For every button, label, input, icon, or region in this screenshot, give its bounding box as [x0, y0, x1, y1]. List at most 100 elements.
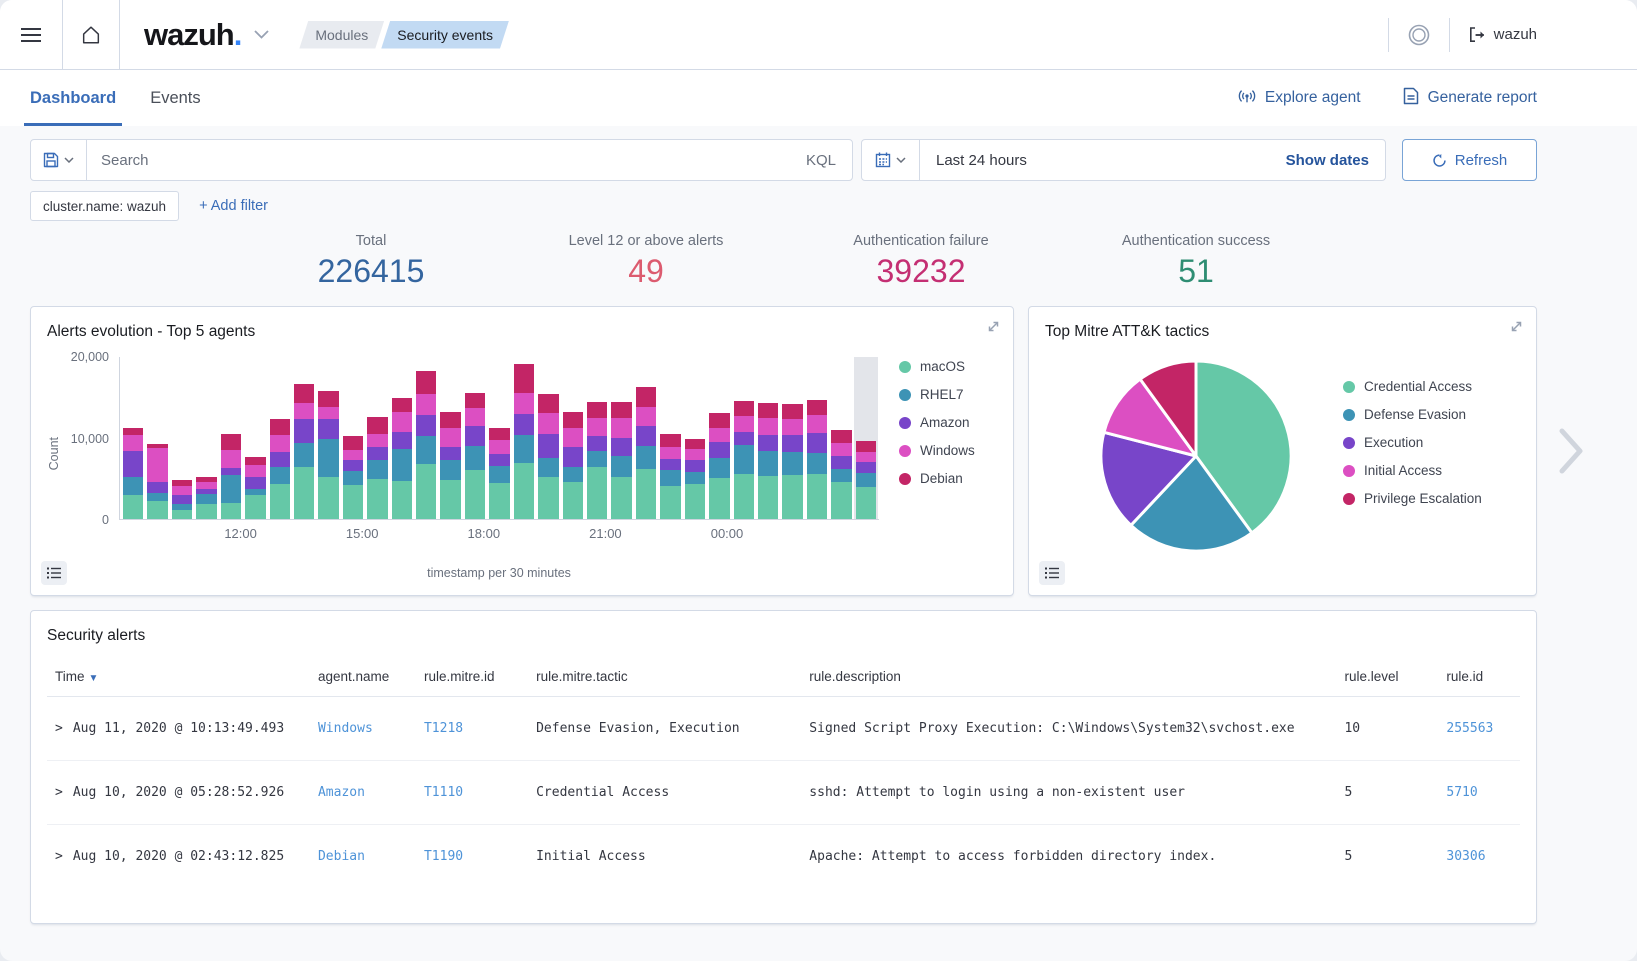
bar-segment-debian — [245, 457, 265, 464]
explore-agent-button[interactable]: Explore agent — [1238, 87, 1361, 110]
legend-item-execution[interactable]: Execution — [1343, 435, 1482, 450]
filter-pill[interactable]: cluster.name: wazuh — [30, 191, 179, 221]
bar-segment-debian — [318, 391, 338, 407]
bar-segment-macos — [758, 476, 778, 519]
bar-25[interactable] — [734, 357, 754, 519]
bar-21[interactable] — [636, 357, 656, 519]
legend-item-windows[interactable]: Windows — [899, 443, 997, 458]
legend-item-debian[interactable]: Debian — [899, 471, 997, 486]
wazuh-logo[interactable]: wazuh. — [144, 17, 269, 53]
stat-value[interactable]: 226415 — [234, 253, 509, 290]
legend-item-privilege-escalation[interactable]: Privilege Escalation — [1343, 491, 1482, 506]
legend-toggle-icon[interactable] — [41, 561, 67, 585]
generate-report-button[interactable]: Generate report — [1403, 87, 1537, 110]
cell-mitre-id-link[interactable]: T1218 — [424, 721, 463, 736]
bar-23[interactable] — [685, 357, 705, 519]
legend-item-defense-evasion[interactable]: Defense Evasion — [1343, 407, 1482, 422]
bar-9[interactable] — [343, 357, 363, 519]
pie-svg[interactable] — [1097, 357, 1295, 555]
column-header-agent-name[interactable]: agent.name — [310, 655, 416, 697]
bar-0[interactable] — [123, 357, 143, 519]
query-language-button[interactable]: KQL — [790, 152, 852, 169]
time-range-value[interactable]: Last 24 hours — [920, 152, 1270, 169]
expand-row-icon[interactable]: > — [55, 721, 63, 736]
bar-11[interactable] — [392, 357, 412, 519]
legend-item-macos[interactable]: macOS — [899, 359, 997, 374]
search-input[interactable] — [87, 152, 790, 169]
bar-29[interactable] — [831, 357, 851, 519]
cell-rule-id-link[interactable]: 5710 — [1446, 785, 1477, 800]
stat-value[interactable]: 49 — [509, 253, 784, 290]
bar-segment-macos — [172, 510, 192, 519]
bar-27[interactable] — [782, 357, 802, 519]
refresh-button[interactable]: Refresh — [1402, 139, 1537, 181]
bar-6[interactable] — [270, 357, 290, 519]
expand-icon[interactable] — [1509, 319, 1524, 334]
bar-4[interactable] — [221, 357, 241, 519]
column-header-rule-mitre-id[interactable]: rule.mitre.id — [416, 655, 528, 697]
calendar-button[interactable] — [862, 140, 920, 180]
legend-item-amazon[interactable]: Amazon — [899, 415, 997, 430]
column-header-rule-id[interactable]: rule.id — [1438, 655, 1520, 697]
bar-7[interactable] — [294, 357, 314, 519]
next-page-chevron-icon[interactable] — [1559, 428, 1583, 474]
column-header-rule-description[interactable]: rule.description — [801, 655, 1336, 697]
column-header-time[interactable]: Time▼ — [47, 655, 310, 697]
sort-desc-icon[interactable]: ▼ — [89, 673, 99, 684]
bar-24[interactable] — [709, 357, 729, 519]
bar-2[interactable] — [172, 357, 192, 519]
cell-rule-id-link[interactable]: 255563 — [1446, 721, 1493, 736]
bar-8[interactable] — [318, 357, 338, 519]
bar-16[interactable] — [514, 357, 534, 519]
y-axis: 20,00010,0000 — [61, 357, 119, 520]
bar-26[interactable] — [758, 357, 778, 519]
bar-12[interactable] — [416, 357, 436, 519]
cell-agent-name-link[interactable]: Windows — [318, 721, 373, 736]
add-filter-button[interactable]: + Add filter — [199, 198, 268, 214]
breadcrumb-item-1[interactable]: Security events — [381, 21, 509, 49]
column-header-rule-mitre-tactic[interactable]: rule.mitre.tactic — [528, 655, 801, 697]
column-header-rule-level[interactable]: rule.level — [1336, 655, 1438, 697]
show-dates-button[interactable]: Show dates — [1270, 152, 1385, 169]
bar-10[interactable] — [367, 357, 387, 519]
menu-icon[interactable] — [0, 0, 62, 70]
bar-segment-rhel7 — [465, 446, 485, 470]
bar-17[interactable] — [538, 357, 558, 519]
expand-icon[interactable] — [986, 319, 1001, 334]
expand-row-icon[interactable]: > — [55, 785, 63, 800]
bar-segment-windows — [685, 449, 705, 460]
bar-13[interactable] — [440, 357, 460, 519]
tab-events[interactable]: Events — [150, 70, 200, 126]
bar-20[interactable] — [611, 357, 631, 519]
chevron-down-icon[interactable] — [254, 30, 269, 39]
cell-mitre-id-link[interactable]: T1190 — [424, 849, 463, 864]
legend-item-rhel7[interactable]: RHEL7 — [899, 387, 997, 402]
legend-item-credential-access[interactable]: Credential Access — [1343, 379, 1482, 394]
stat-value[interactable]: 51 — [1059, 253, 1334, 290]
space-ring-icon[interactable] — [1407, 23, 1431, 47]
bar-5[interactable] — [245, 357, 265, 519]
breadcrumb-item-0[interactable]: Modules — [299, 21, 384, 49]
bar-19[interactable] — [587, 357, 607, 519]
cell-rule-id-link[interactable]: 30306 — [1446, 849, 1485, 864]
expand-row-icon[interactable]: > — [55, 849, 63, 864]
saved-queries-button[interactable] — [31, 140, 87, 180]
tab-dashboard[interactable]: Dashboard — [30, 70, 116, 126]
bar-28[interactable] — [807, 357, 827, 519]
bar-3[interactable] — [196, 357, 216, 519]
bar-14[interactable] — [465, 357, 485, 519]
legend-item-initial-access[interactable]: Initial Access — [1343, 463, 1482, 478]
stat-value[interactable]: 39232 — [784, 253, 1059, 290]
cell-agent-name-link[interactable]: Amazon — [318, 785, 365, 800]
user-menu[interactable]: wazuh — [1468, 26, 1537, 44]
bar-15[interactable] — [489, 357, 509, 519]
bar-18[interactable] — [563, 357, 583, 519]
bar-segment-rhel7 — [123, 477, 143, 495]
home-icon[interactable] — [62, 0, 120, 70]
legend-toggle-icon[interactable] — [1039, 561, 1065, 585]
bar-30[interactable] — [856, 357, 876, 519]
cell-agent-name-link[interactable]: Debian — [318, 849, 365, 864]
bar-1[interactable] — [147, 357, 167, 519]
cell-mitre-id-link[interactable]: T1110 — [424, 785, 463, 800]
bar-22[interactable] — [660, 357, 680, 519]
